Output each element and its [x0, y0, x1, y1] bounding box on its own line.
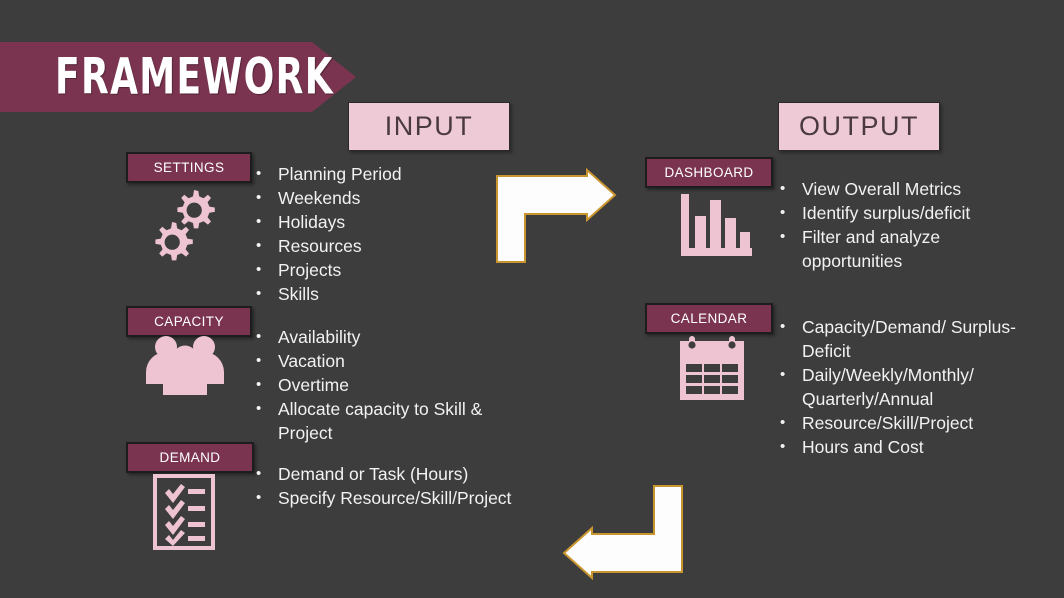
- bullet-glyph: •: [256, 261, 262, 278]
- list-item-label: Demand or Task (Hours): [278, 464, 469, 484]
- list-item: • Resource/Skill/Project: [772, 411, 1034, 435]
- list-item-label: Resources: [278, 236, 362, 256]
- list-item-label: Weekends: [278, 188, 361, 208]
- list-item: • Resources: [248, 234, 488, 258]
- bullet-glyph: •: [780, 318, 786, 335]
- checklist-clipboard-icon: [151, 472, 217, 552]
- list-item-label: Planning Period: [278, 164, 402, 184]
- input-header-chip: INPUT: [348, 102, 510, 151]
- page-title: FRAMEWORK: [55, 47, 335, 106]
- capacity-label-chip: CAPACITY: [126, 306, 252, 337]
- bullet-glyph: •: [256, 352, 262, 369]
- bullet-glyph: •: [256, 165, 262, 182]
- framework-slide: FRAMEWORK INPUT OUTPUT SETTINGS • Plannin…: [0, 0, 1064, 598]
- list-item: • Allocate capacity to Skill & Project: [248, 397, 488, 445]
- list-item: • Skills: [248, 282, 488, 306]
- bullet-glyph: •: [780, 204, 786, 221]
- list-item: • Vacation: [248, 349, 488, 373]
- list-item: • View Overall Metrics: [772, 177, 1022, 201]
- list-item: • Specify Resource/Skill/Project: [248, 486, 548, 510]
- list-item-label: Capacity/Demand/ Surplus-Deficit: [802, 317, 1016, 361]
- capacity-bullet-list: • Availability • Vacation • Overtime • Alloc…: [248, 325, 488, 445]
- bullet-glyph: •: [780, 414, 786, 431]
- bullet-glyph: •: [256, 465, 262, 482]
- list-item: • Identify surplus/deficit: [772, 201, 1022, 225]
- list-item: • Capacity/Demand/ Surplus-Deficit: [772, 315, 1034, 363]
- list-item: • Demand or Task (Hours): [248, 462, 548, 486]
- bullet-glyph: •: [256, 376, 262, 393]
- list-item-label: Resource/Skill/Project: [802, 413, 974, 433]
- bullet-glyph: •: [256, 189, 262, 206]
- calendar-bullet-list: • Capacity/Demand/ Surplus-Deficit • Daily…: [772, 315, 1034, 459]
- bullet-glyph: •: [256, 328, 262, 345]
- bar-chart-icon: [678, 194, 752, 256]
- bullet-glyph: •: [256, 285, 262, 302]
- list-item: • Daily/Weekly/Monthly/ Quarterly/Annual: [772, 363, 1034, 411]
- bullet-glyph: •: [256, 213, 262, 230]
- list-item-label: Availability: [278, 327, 361, 347]
- list-item: • Weekends: [248, 186, 488, 210]
- bullet-glyph: •: [256, 489, 262, 506]
- list-item-label: Hours and Cost: [802, 437, 924, 457]
- list-item: • Hours and Cost: [772, 435, 1034, 459]
- bent-arrow-right-icon: [495, 167, 617, 264]
- bullet-glyph: •: [780, 228, 786, 245]
- dashboard-bullet-list: • View Overall Metrics • Identify surplus/…: [772, 177, 1022, 273]
- calendar-icon: [676, 336, 748, 402]
- list-item-label: Holidays: [278, 212, 346, 232]
- list-item-label: Filter and analyze opportunities: [802, 227, 941, 271]
- list-item-label: Daily/Weekly/Monthly/ Quarterly/Annual: [802, 365, 974, 409]
- demand-label-chip: DEMAND: [126, 442, 254, 473]
- list-item: • Planning Period: [248, 162, 488, 186]
- gears-icon: [146, 186, 226, 266]
- settings-label-chip: SETTINGS: [126, 152, 252, 183]
- list-item-label: Allocate capacity to Skill & Project: [278, 399, 483, 443]
- list-item-label: Vacation: [278, 351, 345, 371]
- bullet-glyph: •: [780, 180, 786, 197]
- list-item-label: View Overall Metrics: [802, 179, 962, 199]
- list-item: • Availability: [248, 325, 488, 349]
- dashboard-label-chip: DASHBOARD: [645, 157, 773, 188]
- people-group-icon: [144, 334, 226, 396]
- bullet-glyph: •: [256, 237, 262, 254]
- list-item: • Filter and analyze opportunities: [772, 225, 1022, 273]
- list-item-label: Identify surplus/deficit: [802, 203, 971, 223]
- bent-arrow-left-icon: [562, 484, 684, 581]
- output-header-chip: OUTPUT: [778, 102, 940, 151]
- list-item: • Projects: [248, 258, 488, 282]
- bullet-glyph: •: [780, 366, 786, 383]
- list-item: • Overtime: [248, 373, 488, 397]
- demand-bullet-list: • Demand or Task (Hours) • Specify Resourc…: [248, 462, 548, 510]
- bullet-glyph: •: [256, 400, 262, 417]
- list-item: • Holidays: [248, 210, 488, 234]
- calendar-label-chip: CALENDAR: [645, 303, 773, 334]
- bullet-glyph: •: [780, 438, 786, 455]
- list-item-label: Projects: [278, 260, 342, 280]
- list-item-label: Skills: [278, 284, 319, 304]
- list-item-label: Specify Resource/Skill/Project: [278, 488, 512, 508]
- settings-bullet-list: • Planning Period • Weekends • Holidays • Re…: [248, 162, 488, 306]
- framework-banner: FRAMEWORK: [0, 42, 356, 112]
- list-item-label: Overtime: [278, 375, 349, 395]
